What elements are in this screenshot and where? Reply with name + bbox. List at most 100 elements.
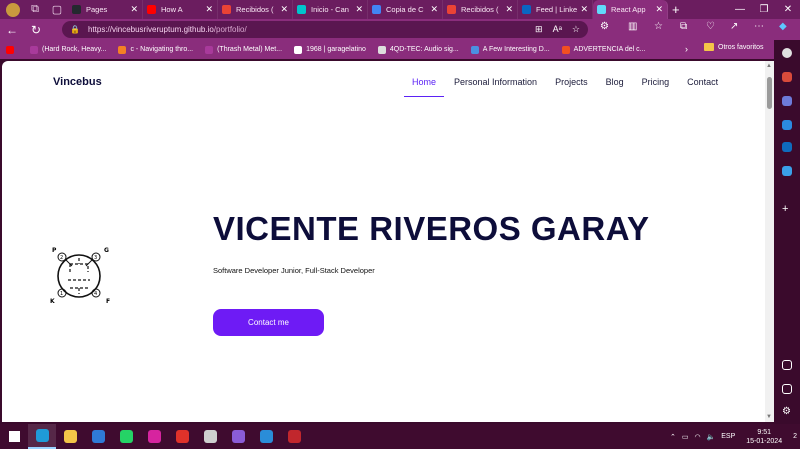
restore-icon[interactable]: ❐ [752, 0, 776, 19]
close-tab-icon[interactable]: ✕ [130, 4, 138, 15]
winamp-icon[interactable] [168, 424, 196, 449]
edge-sidebar: + ⚙ [774, 40, 800, 422]
nav-item-projects[interactable]: Projects [555, 77, 588, 97]
tab-actions-icon[interactable]: ▢ [46, 0, 68, 19]
close-tab-icon[interactable]: ✕ [505, 4, 513, 15]
browser-tab[interactable]: Inicio - Can ✕ [293, 0, 368, 19]
app-icon[interactable] [280, 424, 308, 449]
tab-favicon-icon [147, 5, 156, 14]
clock[interactable]: 9:51 15-01-2024 [746, 428, 782, 446]
outlook-icon[interactable] [782, 142, 792, 152]
tray-wifi-icon[interactable]: ◠ [694, 433, 700, 441]
store-icon[interactable] [84, 424, 112, 449]
browser-tab[interactable]: Copia de C ✕ [368, 0, 443, 19]
nav-item-personal-information[interactable]: Personal Information [454, 77, 537, 97]
scroll-up-icon[interactable]: ▲ [766, 63, 772, 69]
page-scrollbar[interactable]: ▲ ▼ [765, 61, 774, 422]
bookmark-item[interactable]: c - Navigating thro... [118, 45, 193, 54]
scroll-thumb[interactable] [767, 77, 772, 109]
settings-gear-icon[interactable]: ⚙ [782, 406, 792, 417]
heart-icon[interactable]: ♡ [706, 21, 715, 32]
share-icon[interactable]: ↗ [730, 21, 738, 32]
extensions-icon[interactable]: ⚙ [600, 21, 609, 32]
nav-item-home[interactable]: Home [403, 77, 445, 97]
more-icon[interactable]: ⋯ [754, 21, 764, 32]
address-toolbar: ← ↻ 🔒 https://vincebusriveruptum.github.… [0, 19, 800, 40]
lock-icon[interactable]: 🔒 [70, 25, 80, 34]
logo-label-f: F [106, 298, 110, 304]
more-bookmarks-icon[interactable]: › [685, 44, 688, 54]
url-path: /portfolio/ [213, 25, 247, 34]
bookmark-item[interactable]: A Few Interesting D... [470, 45, 550, 54]
search-icon[interactable] [782, 48, 792, 58]
tools-icon[interactable] [782, 72, 792, 82]
tray-volume-icon[interactable]: 🔈 [707, 433, 716, 441]
site-brand[interactable]: Vincebus [53, 76, 102, 88]
close-tab-icon[interactable]: ✕ [430, 4, 438, 15]
app-available-icon[interactable]: ⊞ [535, 24, 543, 35]
minimize-icon[interactable]: — [728, 0, 752, 19]
tray-chevron-icon[interactable]: ⌃ [670, 433, 676, 441]
read-aloud-icon[interactable]: Aᵃ [553, 24, 562, 35]
tab-favicon-icon [72, 5, 81, 14]
tab-favicon-icon [447, 5, 456, 14]
bookmark-item[interactable] [6, 45, 18, 54]
browser-tab[interactable]: Recibidos (✕ [218, 0, 293, 19]
sidebar-toggle-icon[interactable] [782, 360, 792, 370]
edge-icon[interactable] [28, 424, 56, 449]
instagram-icon[interactable] [140, 424, 168, 449]
telegram-icon[interactable] [782, 166, 792, 176]
browser-tab[interactable]: How A ✕ [143, 0, 218, 19]
nav-item-pricing[interactable]: Pricing [642, 77, 670, 97]
notifications-icon[interactable]: 2 [793, 433, 797, 440]
browser-tab[interactable]: Feed | Linke ✕ [518, 0, 593, 19]
collections-icon[interactable]: ⧉ [680, 21, 687, 32]
scroll-down-icon[interactable]: ▼ [766, 414, 772, 420]
close-tab-icon[interactable]: ✕ [280, 4, 288, 15]
vscode-icon[interactable] [252, 424, 280, 449]
logo-pin-2: 2 [60, 255, 63, 261]
language-indicator[interactable]: ESP [721, 433, 735, 440]
close-tab-icon[interactable]: ✕ [205, 4, 213, 15]
workspaces-icon[interactable]: ⧉ [24, 0, 46, 19]
profile-avatar[interactable] [6, 2, 20, 17]
bookmark-item[interactable]: 1968 | garagelatino [294, 45, 366, 54]
favorites-icon[interactable]: ☆ [654, 21, 663, 32]
folder-icon [704, 43, 714, 51]
close-tab-icon[interactable]: ✕ [355, 4, 363, 15]
other-favorites[interactable]: Otros favoritos [704, 43, 764, 51]
close-tab-icon[interactable]: ✕ [580, 4, 588, 15]
back-icon[interactable]: ← [0, 23, 24, 37]
add-sidebar-icon[interactable]: + [782, 203, 792, 215]
nav-item-contact[interactable]: Contact [687, 77, 718, 97]
logo-label-g: G [104, 247, 109, 254]
visual-studio-icon[interactable] [224, 424, 252, 449]
games-icon[interactable] [782, 96, 792, 106]
new-tab-button[interactable]: + [672, 2, 680, 17]
favorite-star-icon[interactable]: ☆ [572, 24, 580, 35]
external-icon[interactable] [782, 384, 792, 394]
browser-tab[interactable]: Recibidos (✕ [443, 0, 518, 19]
tray-battery-icon[interactable]: ▭ [682, 433, 689, 441]
copilot-icon[interactable]: ◆ [779, 21, 787, 32]
site-nav: Home Personal Information Projects Blog Pric… [403, 77, 736, 97]
nav-item-blog[interactable]: Blog [606, 77, 624, 97]
bookmark-item[interactable]: 4QD-TEC: Audio sig... [377, 45, 459, 54]
close-window-icon[interactable]: ✕ [776, 0, 800, 19]
refresh-icon[interactable]: ↻ [24, 23, 48, 37]
bookmark-item[interactable]: (Thrash Metal) Met... [205, 45, 282, 54]
bookmark-item[interactable]: (Hard Rock, Heavy... [30, 45, 106, 54]
close-tab-icon[interactable]: ✕ [655, 4, 663, 15]
url-bar[interactable]: 🔒 https://vincebusriveruptum.github.io/p… [62, 21, 588, 38]
whatsapp-icon[interactable] [112, 424, 140, 449]
copilot-sidebar-icon[interactable] [782, 120, 792, 130]
file-explorer-icon[interactable] [56, 424, 84, 449]
window-controls: — ❐ ✕ [728, 0, 800, 19]
browser-tab[interactable]: React App ✕ [593, 0, 668, 19]
printer-icon[interactable] [196, 424, 224, 449]
browser-tab[interactable]: Pages ✕ [68, 0, 143, 19]
start-icon[interactable] [0, 424, 28, 449]
split-screen-icon[interactable]: ▥ [628, 21, 637, 32]
contact-me-button[interactable]: Contact me [213, 309, 324, 336]
bookmark-item[interactable]: ADVERTENCIA del c... [561, 45, 646, 54]
